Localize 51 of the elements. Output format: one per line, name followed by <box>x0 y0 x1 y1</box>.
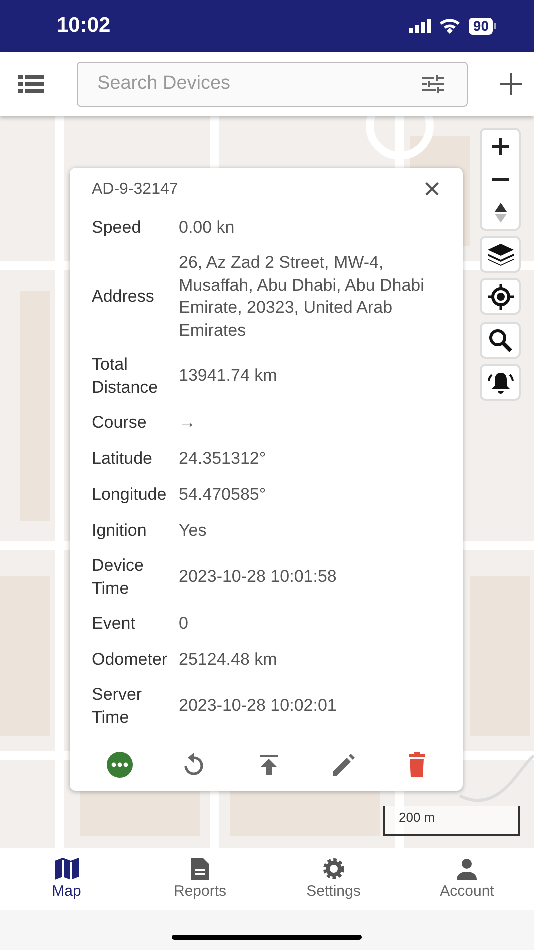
field-label: Device Time <box>92 555 145 600</box>
more-icon <box>107 752 133 778</box>
bell-icon <box>488 370 514 394</box>
field-value: → <box>179 412 197 434</box>
field-label: Longitude <box>92 484 168 506</box>
filter-icon <box>422 74 444 92</box>
more-button[interactable] <box>104 749 136 781</box>
account-icon <box>455 858 480 881</box>
settings-icon <box>322 858 346 881</box>
list-button[interactable] <box>18 72 44 96</box>
list-icon <box>18 74 44 93</box>
field-label: Server Time <box>92 684 144 728</box>
field-value: 2023-10-28 10:02:01 <box>179 695 338 718</box>
add-button[interactable] <box>500 72 522 96</box>
battery-indicator: 90 <box>469 18 496 34</box>
field-label: Event <box>92 612 136 635</box>
field-value: 26, Az Zad 2 Street, MW-4, Musaffah, Abu Dhabi, Abu Dhabi Emirate, 20323, United Arab Emirates <box>179 252 426 342</box>
nav-tab[interactable]: Map <box>0 848 134 910</box>
field-value: 25124.48 km <box>179 648 278 671</box>
target-icon <box>488 284 514 310</box>
minus-icon <box>492 178 509 182</box>
layers-icon <box>488 244 514 266</box>
nav-tab[interactable]: Account <box>400 848 534 910</box>
wifi-icon <box>439 18 462 34</box>
field-label: Ignition <box>92 520 148 542</box>
clock-time: 10:02 <box>57 13 111 40</box>
field-label: Address <box>92 286 156 308</box>
field-value: 2023-10-28 10:01:58 <box>179 566 338 588</box>
field-label: Odometer <box>92 648 169 671</box>
search-field[interactable]: Search Devices <box>76 62 468 106</box>
close-button[interactable]: × <box>423 178 441 202</box>
field-value: 0.00 kn <box>179 216 236 239</box>
field-label: Total Distance <box>92 354 160 398</box>
field-label: Speed <box>92 216 142 239</box>
field-value: 24.351312° <box>179 448 268 470</box>
compass-icon <box>494 202 506 222</box>
field-label: Latitude <box>92 448 154 470</box>
field-value: 13941.74 km <box>179 365 278 388</box>
nav-tab[interactable]: Reports <box>134 848 267 910</box>
signal-icon <box>409 19 432 33</box>
map-icon <box>54 858 79 881</box>
device-name: AD-9-32147 <box>92 180 178 200</box>
field-value: Yes <box>179 520 208 542</box>
plus-icon <box>492 138 509 155</box>
field-label: Course <box>92 412 148 434</box>
nav-tab[interactable]: Settings <box>267 848 400 910</box>
search-icon <box>488 328 512 352</box>
field-value: 0 <box>179 612 190 635</box>
scale-bar: 200 m <box>383 806 520 836</box>
field-value: 54.470585° <box>179 484 268 506</box>
plus-icon <box>500 72 522 95</box>
